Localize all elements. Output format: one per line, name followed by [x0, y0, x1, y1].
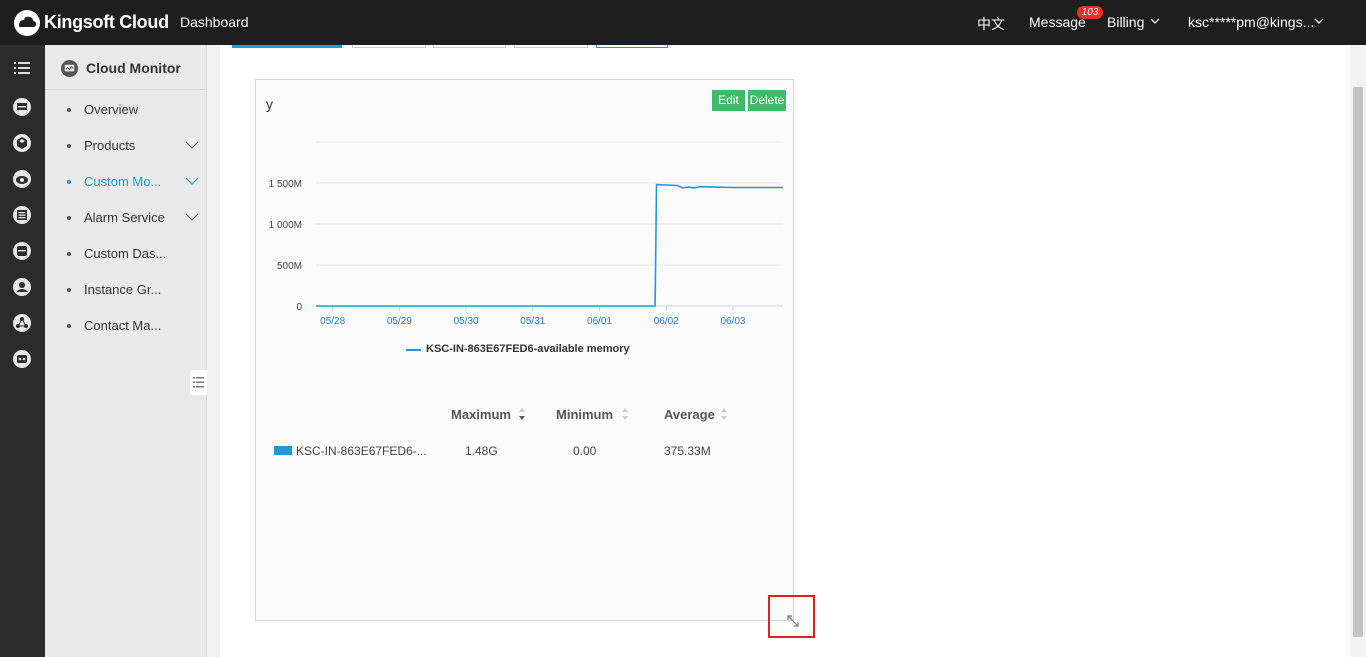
x-tick-label: 05/30	[454, 316, 479, 327]
bullet-dot	[67, 144, 71, 148]
cloud-eye-icon[interactable]	[12, 169, 32, 189]
scrollbar-thumb[interactable]	[1353, 87, 1363, 637]
sort-desc-icon[interactable]	[518, 405, 526, 423]
icon-rail	[0, 45, 45, 657]
y-tick-label: 500M	[277, 261, 302, 272]
tab-stub[interactable]	[514, 45, 588, 48]
bullet-dot	[67, 252, 71, 256]
column-header-maximum[interactable]: Maximum	[451, 407, 511, 422]
sidebar-item-custom-monitor[interactable]: Custom Mo...	[45, 167, 207, 197]
account-menu[interactable]: ksc*****pm@kings...	[1188, 14, 1314, 30]
nav-message[interactable]: Message	[1029, 14, 1086, 30]
sidebar-item-label: Custom Mo...	[84, 174, 162, 189]
top-bar: Kingsoft Cloud Dashboard 中文 Message 103 …	[0, 0, 1366, 45]
sort-icon[interactable]	[720, 405, 728, 423]
sidebar-item-alarm-service[interactable]: Alarm Service	[45, 203, 207, 233]
sidebar-item-custom-dashboard[interactable]: Custom Das...	[45, 239, 207, 269]
cloud-monitor-icon	[60, 59, 79, 78]
cell-maximum: 1.48G	[465, 444, 498, 458]
chevron-down-icon[interactable]	[185, 176, 199, 186]
bullet-dot	[67, 216, 71, 220]
edit-button[interactable]: Edit	[712, 90, 745, 111]
database-icon[interactable]	[12, 241, 32, 261]
x-tick-label: 05/28	[320, 316, 345, 327]
y-tick-label: 1 500M	[269, 179, 302, 190]
column-header-average[interactable]: Average	[664, 407, 715, 422]
tab-stub[interactable]	[433, 45, 506, 48]
column-header-minimum[interactable]: Minimum	[556, 407, 613, 422]
secondary-sidebar: Cloud Monitor Overview Products Custom M…	[45, 45, 207, 657]
bullet-dot	[67, 108, 71, 112]
x-tick-label: 06/03	[720, 316, 745, 327]
delete-button[interactable]: Delete	[748, 90, 786, 111]
bullet-dot	[67, 324, 71, 328]
x-tick-label: 06/01	[587, 316, 612, 327]
bullet-dot	[67, 180, 71, 184]
kingsoft-cloud-logo-icon[interactable]	[12, 8, 42, 38]
language-switch[interactable]: 中文	[977, 14, 1005, 34]
tab-stub-active[interactable]	[232, 45, 342, 48]
tab-stub[interactable]	[352, 45, 426, 48]
series-line	[316, 183, 783, 307]
nav-dashboard[interactable]: Dashboard	[180, 14, 249, 30]
sidebar-item-label: Custom Das...	[84, 246, 167, 261]
y-tick-label: 1 000M	[269, 220, 302, 231]
network-icon[interactable]	[12, 313, 32, 333]
chevron-down-icon[interactable]	[185, 140, 199, 150]
y-tick-label: 0	[296, 302, 302, 313]
tab-stub[interactable]	[596, 45, 668, 48]
robot-icon[interactable]	[12, 349, 32, 369]
billing-chevron-down-icon[interactable]	[1150, 16, 1160, 26]
brand-name[interactable]: Kingsoft Cloud	[44, 12, 169, 33]
sidebar-item-products[interactable]: Products	[45, 131, 207, 161]
hamburger-menu-icon[interactable]	[12, 58, 32, 78]
sidebar-item-label: Alarm Service	[84, 210, 165, 225]
chart-title: y	[266, 96, 273, 112]
cube-icon[interactable]	[12, 133, 32, 153]
sidebar-item-contact-management[interactable]: Contact Ma...	[45, 311, 207, 341]
list-icon[interactable]	[12, 205, 32, 225]
sidebar-collapse-toggle[interactable]	[190, 370, 207, 395]
chart-card: y Edit Delete 0 500M 1 000M 1 500M 05/28 05/2…	[255, 79, 794, 621]
legend-label: KSC-IN-863E67FED6-available memory	[426, 343, 630, 355]
sidebar-header: Cloud Monitor	[45, 45, 207, 90]
sidebar-item-label: Instance Gr...	[84, 282, 162, 297]
nav-billing[interactable]: Billing	[1107, 14, 1144, 30]
sidebar-item-label: Contact Ma...	[84, 318, 162, 333]
sidebar-item-label: Products	[84, 138, 136, 153]
cell-minimum: 0.00	[573, 444, 597, 458]
chart-board-icon[interactable]	[12, 97, 32, 117]
legend-swatch	[406, 349, 421, 351]
x-tick-label: 05/29	[387, 316, 412, 327]
message-count-badge: 103	[1077, 6, 1103, 19]
sidebar-item-label: Overview	[84, 102, 139, 117]
vertical-scrollbar[interactable]	[1350, 45, 1366, 657]
chevron-down-icon[interactable]	[185, 212, 199, 222]
user-shield-icon[interactable]	[12, 277, 32, 297]
sort-icon[interactable]	[621, 405, 629, 423]
chart-legend[interactable]: KSC-IN-863E67FED6-available memory	[406, 342, 706, 358]
sidebar-item-overview[interactable]: Overview	[45, 95, 207, 125]
collapse-icon	[193, 377, 204, 388]
account-chevron-down-icon[interactable]	[1314, 16, 1324, 26]
resize-arrows-icon[interactable]	[786, 614, 800, 628]
x-tick-label: 06/02	[654, 316, 679, 327]
line-chart: 0 500M 1 000M 1 500M 05/28 05/29 05/30 05/31 06/…	[269, 141, 783, 327]
bullet-dot	[67, 288, 71, 292]
sidebar-item-instance-group[interactable]: Instance Gr...	[45, 275, 207, 305]
cell-name: KSC-IN-863E67FED6-...	[296, 444, 427, 458]
row-color-swatch	[274, 446, 292, 455]
sidebar-title: Cloud Monitor	[86, 60, 181, 76]
x-tick-label: 05/31	[520, 316, 545, 327]
cell-average: 375.33M	[664, 444, 711, 458]
